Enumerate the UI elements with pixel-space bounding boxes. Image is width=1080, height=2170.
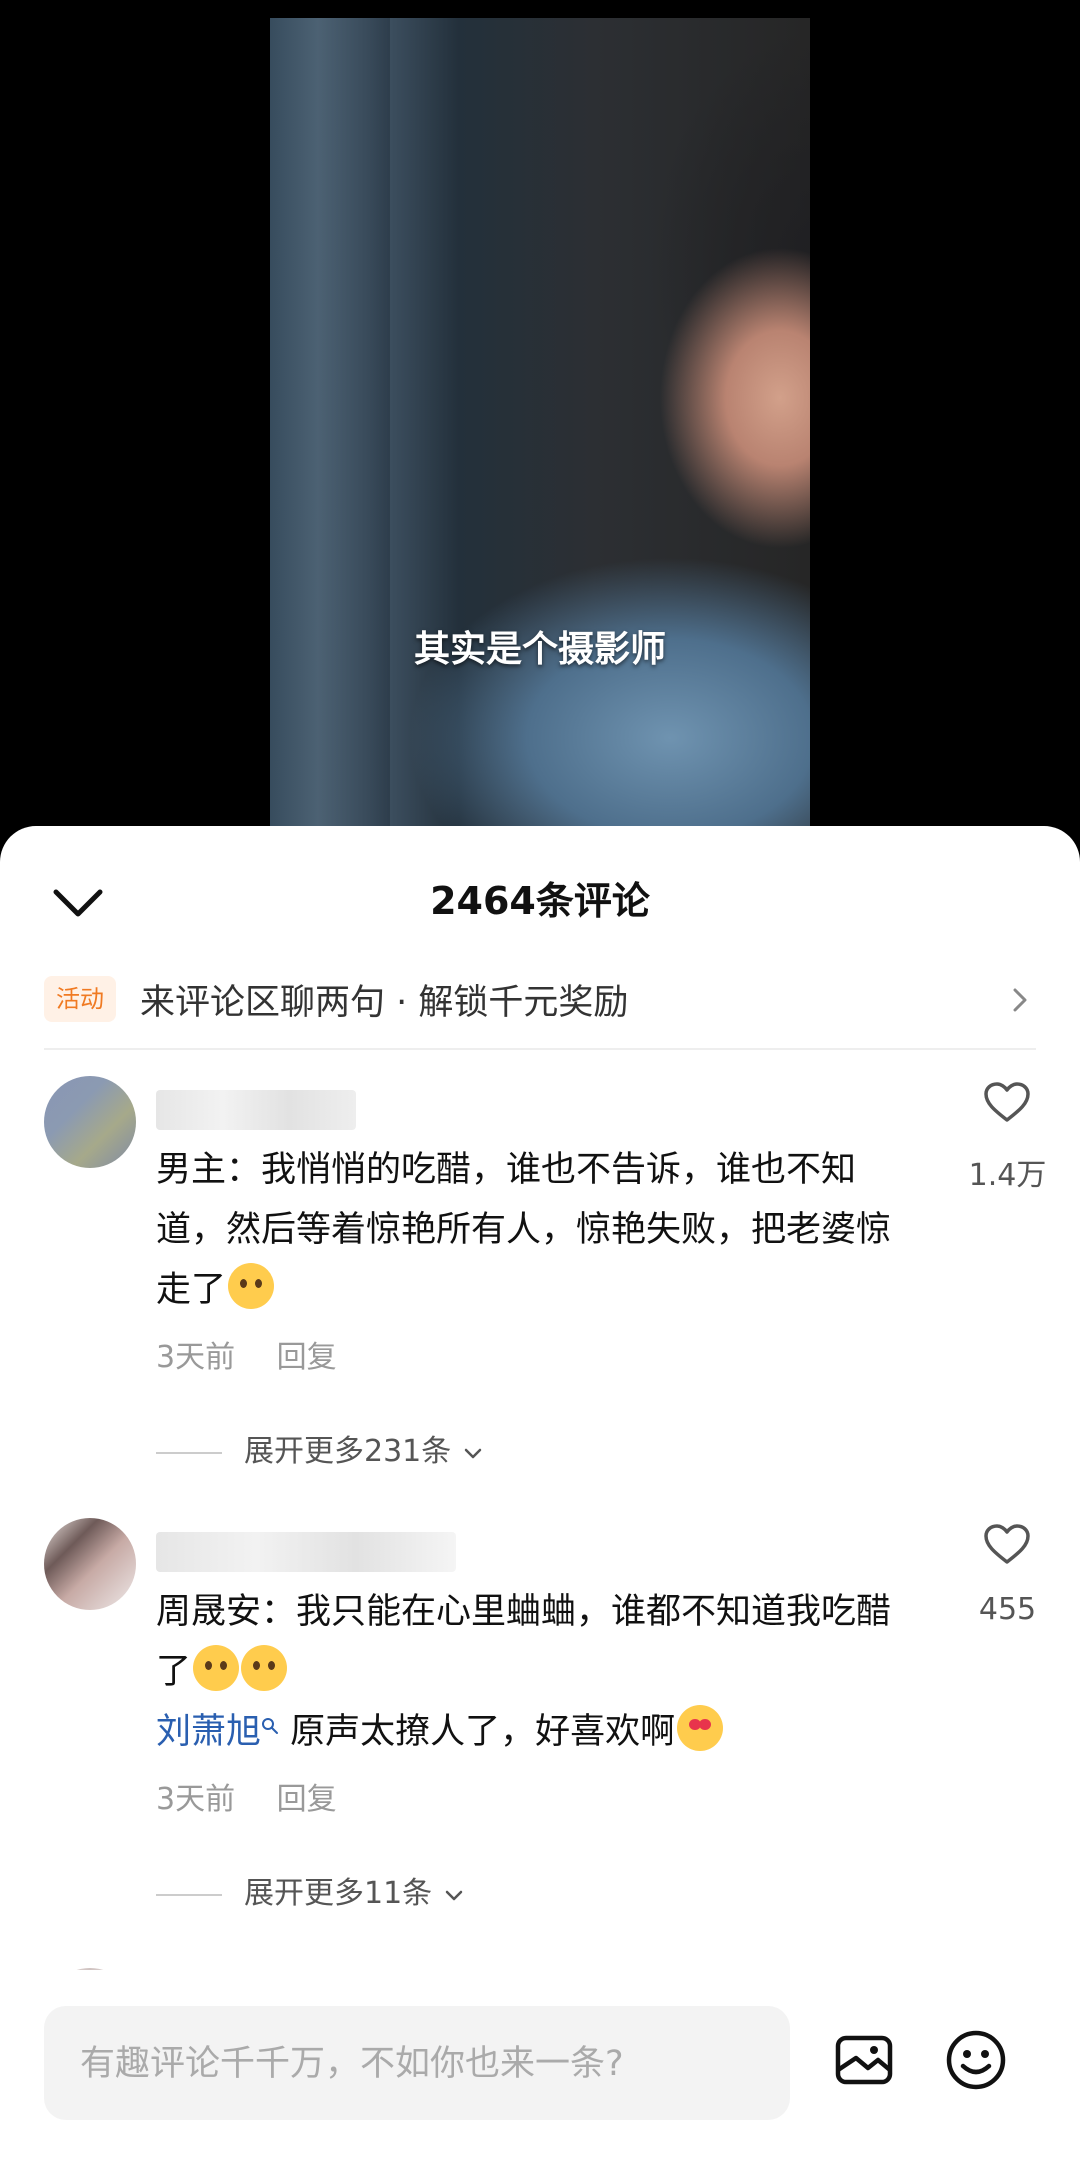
worried-emoji-icon bbox=[228, 1263, 275, 1309]
avatar[interactable] bbox=[44, 1518, 136, 1610]
comment-meta: 3天前 回复 bbox=[156, 1332, 369, 1376]
comment-meta: 3天前 回复 bbox=[156, 1774, 369, 1818]
avatar[interactable] bbox=[44, 1076, 136, 1168]
expand-line bbox=[156, 1451, 222, 1454]
expand-replies-button[interactable]: 展开更多231条 bbox=[156, 1426, 485, 1470]
video-curtain bbox=[270, 18, 390, 860]
username-blurred[interactable] bbox=[156, 1090, 356, 1130]
smiley-icon[interactable] bbox=[944, 2028, 1008, 2092]
comments-header: 2464条评论 bbox=[0, 826, 1080, 966]
search-icon bbox=[262, 1718, 279, 1734]
video-frame[interactable] bbox=[270, 18, 810, 860]
like-count: 455 bbox=[978, 1592, 1037, 1627]
activity-text: 来评论区聊两句 · 解锁千元奖励 bbox=[140, 983, 629, 1023]
comments-sheet: 2464条评论 活动 来评论区聊两句 · 解锁千元奖励 男主：我悄悄的吃醋，谁也… bbox=[0, 826, 1080, 2170]
comment-item: 男主：我悄悄的吃醋，谁也不告诉，谁也不知道，然后等着惊艳所有人，惊艳失败，把老婆… bbox=[0, 1074, 1080, 1394]
chevron-down-icon bbox=[445, 1890, 462, 1900]
comment-input-box[interactable] bbox=[44, 2006, 790, 2122]
comment-text: 男主：我悄悄的吃醋，谁也不告诉，谁也不知道，然后等着惊艳所有人，惊艳失败，把老婆… bbox=[156, 1150, 892, 1310]
reply-button[interactable]: 回复 bbox=[277, 1782, 337, 1817]
activity-badge: 活动 bbox=[44, 976, 116, 1022]
comment-reply-line: 刘萧旭 原声太撩人了，好喜欢啊 bbox=[156, 1702, 916, 1762]
comment-text: 周晟安：我只能在心里蛐蛐，谁都不知道我吃醋了 bbox=[156, 1592, 892, 1692]
divider bbox=[44, 1048, 1036, 1050]
expand-replies-button[interactable]: 展开更多11条 bbox=[156, 1868, 466, 1912]
comment-item: 周晟安：我只能在心里蛐蛐，谁都不知道我吃醋了 刘萧旭 原声太撩人了，好喜欢啊 3… bbox=[0, 1516, 1080, 1818]
video-subtitle: 其实是个摄影师 bbox=[413, 629, 666, 670]
comment-input[interactable] bbox=[78, 2006, 772, 2122]
comment-input-bar bbox=[0, 1970, 1080, 2170]
heart-eyes-emoji-icon bbox=[677, 1705, 724, 1751]
comment-time: 3天前 bbox=[156, 1782, 236, 1817]
reply-button[interactable]: 回复 bbox=[277, 1340, 337, 1375]
pleading-emoji-icon bbox=[241, 1645, 288, 1691]
mention-link[interactable]: 刘萧旭 bbox=[156, 1712, 261, 1752]
heart-icon[interactable] bbox=[982, 1080, 1032, 1124]
video-area[interactable]: 其实是个摄影师 bbox=[0, 0, 1080, 860]
comment-time: 3天前 bbox=[156, 1340, 236, 1375]
expand-line bbox=[156, 1893, 222, 1896]
pleading-emoji-icon bbox=[193, 1645, 240, 1691]
heart-icon[interactable] bbox=[982, 1522, 1032, 1566]
comment-count-title: 2464条评论 bbox=[430, 879, 650, 923]
expand-label: 展开更多231条 bbox=[244, 1434, 452, 1469]
image-icon[interactable] bbox=[834, 2030, 894, 2090]
username-blurred[interactable] bbox=[156, 1532, 456, 1572]
chevron-down-icon bbox=[464, 1448, 482, 1458]
like-count: 1.4万 bbox=[968, 1158, 1047, 1193]
expand-label: 展开更多11条 bbox=[244, 1876, 433, 1911]
chevron-right-icon bbox=[1006, 980, 1036, 1020]
activity-banner[interactable]: 活动 来评论区聊两句 · 解锁千元奖励 bbox=[44, 964, 1036, 1048]
